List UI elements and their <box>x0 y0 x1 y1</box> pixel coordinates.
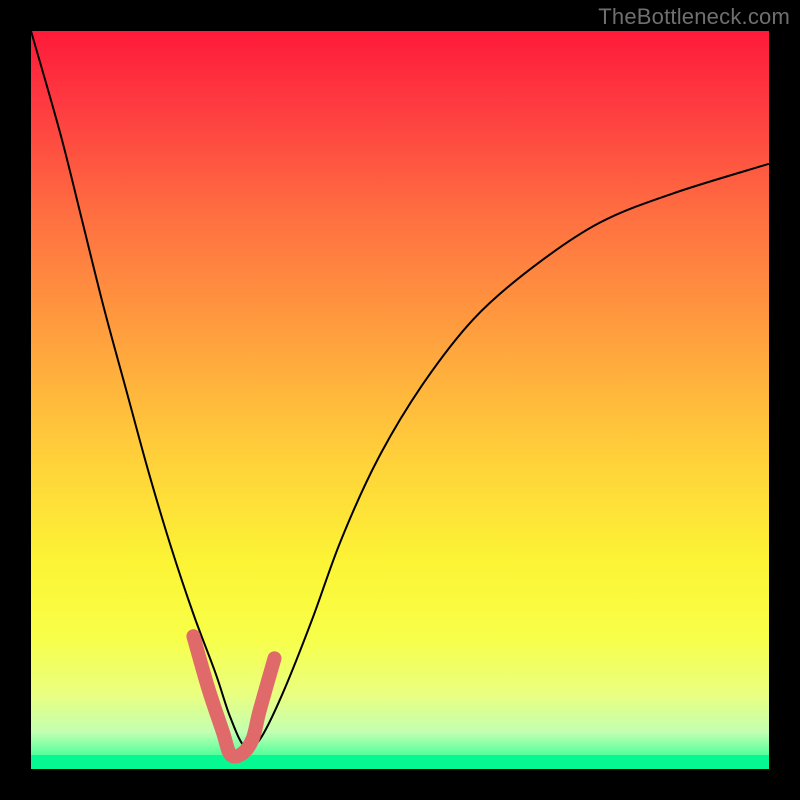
watermark-text: TheBottleneck.com <box>598 4 790 30</box>
plot-area <box>31 31 769 769</box>
curve-layer <box>31 31 769 769</box>
chart-container: TheBottleneck.com <box>0 0 800 800</box>
optimum-marker <box>193 636 274 756</box>
bottleneck-curve <box>31 31 769 749</box>
